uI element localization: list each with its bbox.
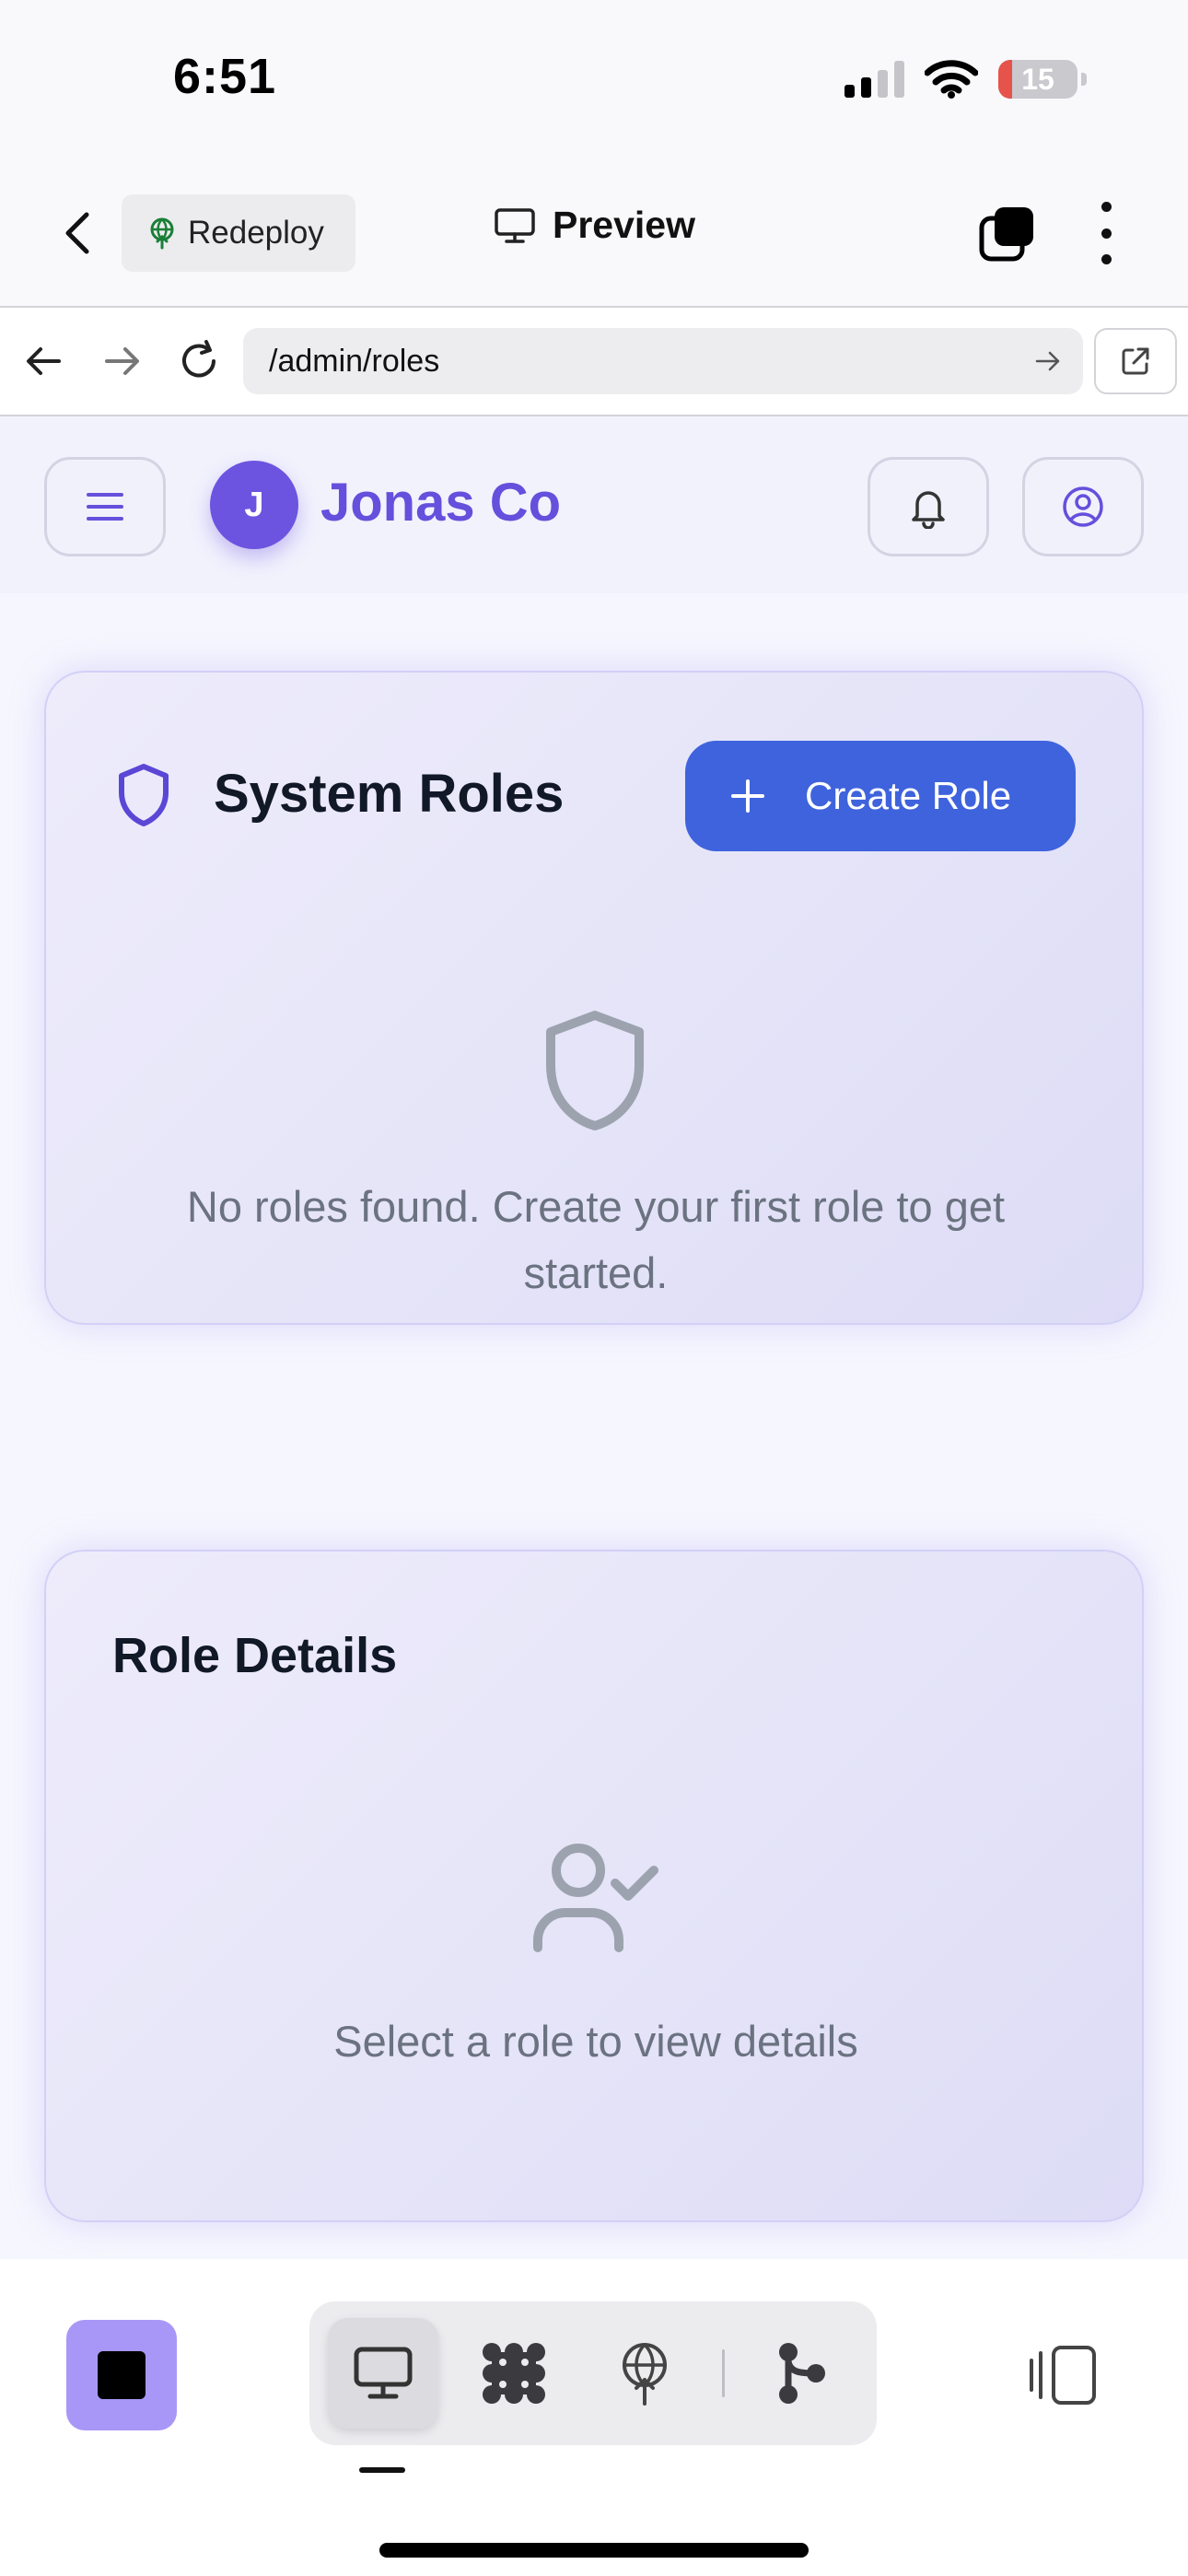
globe-upload-icon [150,217,174,250]
url-bar: /admin/roles [0,306,1188,416]
shield-icon [119,764,169,826]
status-time: 6:51 [173,49,277,104]
more-icon[interactable] [1092,202,1120,264]
details-empty-message: Select a role to view details [333,2017,858,2066]
preview-label: Preview [553,204,695,246]
preview-title[interactable]: Preview [494,204,695,247]
mode-switcher [309,2301,877,2445]
signal-icon [844,61,904,98]
forward-arrow-icon[interactable] [96,335,147,387]
reload-icon[interactable] [173,335,225,387]
url-field[interactable]: /admin/roles [243,328,1083,394]
role-details-card: Role Details Select a role to view detai… [44,1550,1144,2222]
avatar[interactable]: J [210,461,298,549]
globe-upload-icon [623,2343,667,2406]
bell-icon [912,491,945,529]
open-external-icon [1122,347,1149,375]
battery-icon: 15 [998,60,1077,99]
user-circle-icon [1063,486,1103,527]
shield-empty-icon [546,1011,644,1130]
wifi-icon [925,60,978,99]
notifications-button[interactable] [868,457,989,556]
branch-icon [779,2343,825,2404]
redeploy-button[interactable]: Redeploy [122,194,355,272]
battery-level: 15 [1021,62,1054,96]
home-indicator[interactable] [379,2543,809,2558]
go-arrow-icon[interactable] [1033,346,1063,376]
system-roles-card: System Roles Create Role No roles found.… [44,671,1144,1325]
stop-icon [98,2351,146,2399]
url-text: /admin/roles [269,343,440,379]
menu-icon [87,493,123,521]
mode-components-button[interactable] [459,2318,569,2429]
roles-empty-message: No roles found. Create your first role t… [186,1182,1006,1297]
bottom-toolbar [0,2259,1188,2576]
grid-blob-icon [483,2343,545,2404]
back-arrow-icon[interactable] [18,335,70,387]
monitor-icon [354,2347,413,2399]
mode-preview-button[interactable] [328,2318,438,2429]
plus-icon [731,779,764,813]
mode-divider [722,2349,725,2397]
monitor-icon [495,207,535,243]
stop-button[interactable] [66,2320,177,2430]
status-bar: 6:51 15 [0,0,1188,161]
site-header: J Jonas Co [0,416,1188,593]
app-bar: Redeploy Preview [0,161,1188,306]
mode-branch-button[interactable] [746,2318,856,2429]
status-icons: 15 [844,59,1087,100]
panel-toggle-icon[interactable] [1026,2344,1100,2406]
active-mode-indicator [359,2467,405,2473]
brand-name[interactable]: Jonas Co [320,472,561,533]
user-check-icon [533,1844,658,1952]
create-role-button[interactable]: Create Role [685,741,1076,851]
tabs-icon[interactable] [978,204,1037,263]
system-roles-title: System Roles [214,764,565,824]
webapp-viewport: J Jonas Co System Roles Create Role No r… [0,416,1188,2259]
back-chevron-icon[interactable] [59,209,96,257]
account-button[interactable] [1022,457,1144,556]
redeploy-label: Redeploy [188,215,324,251]
create-role-label: Create Role [805,774,1012,817]
menu-button[interactable] [44,457,166,556]
mode-deploy-button[interactable] [589,2318,700,2429]
open-external-button[interactable] [1094,328,1177,394]
role-details-title: Role Details [112,1628,398,1683]
